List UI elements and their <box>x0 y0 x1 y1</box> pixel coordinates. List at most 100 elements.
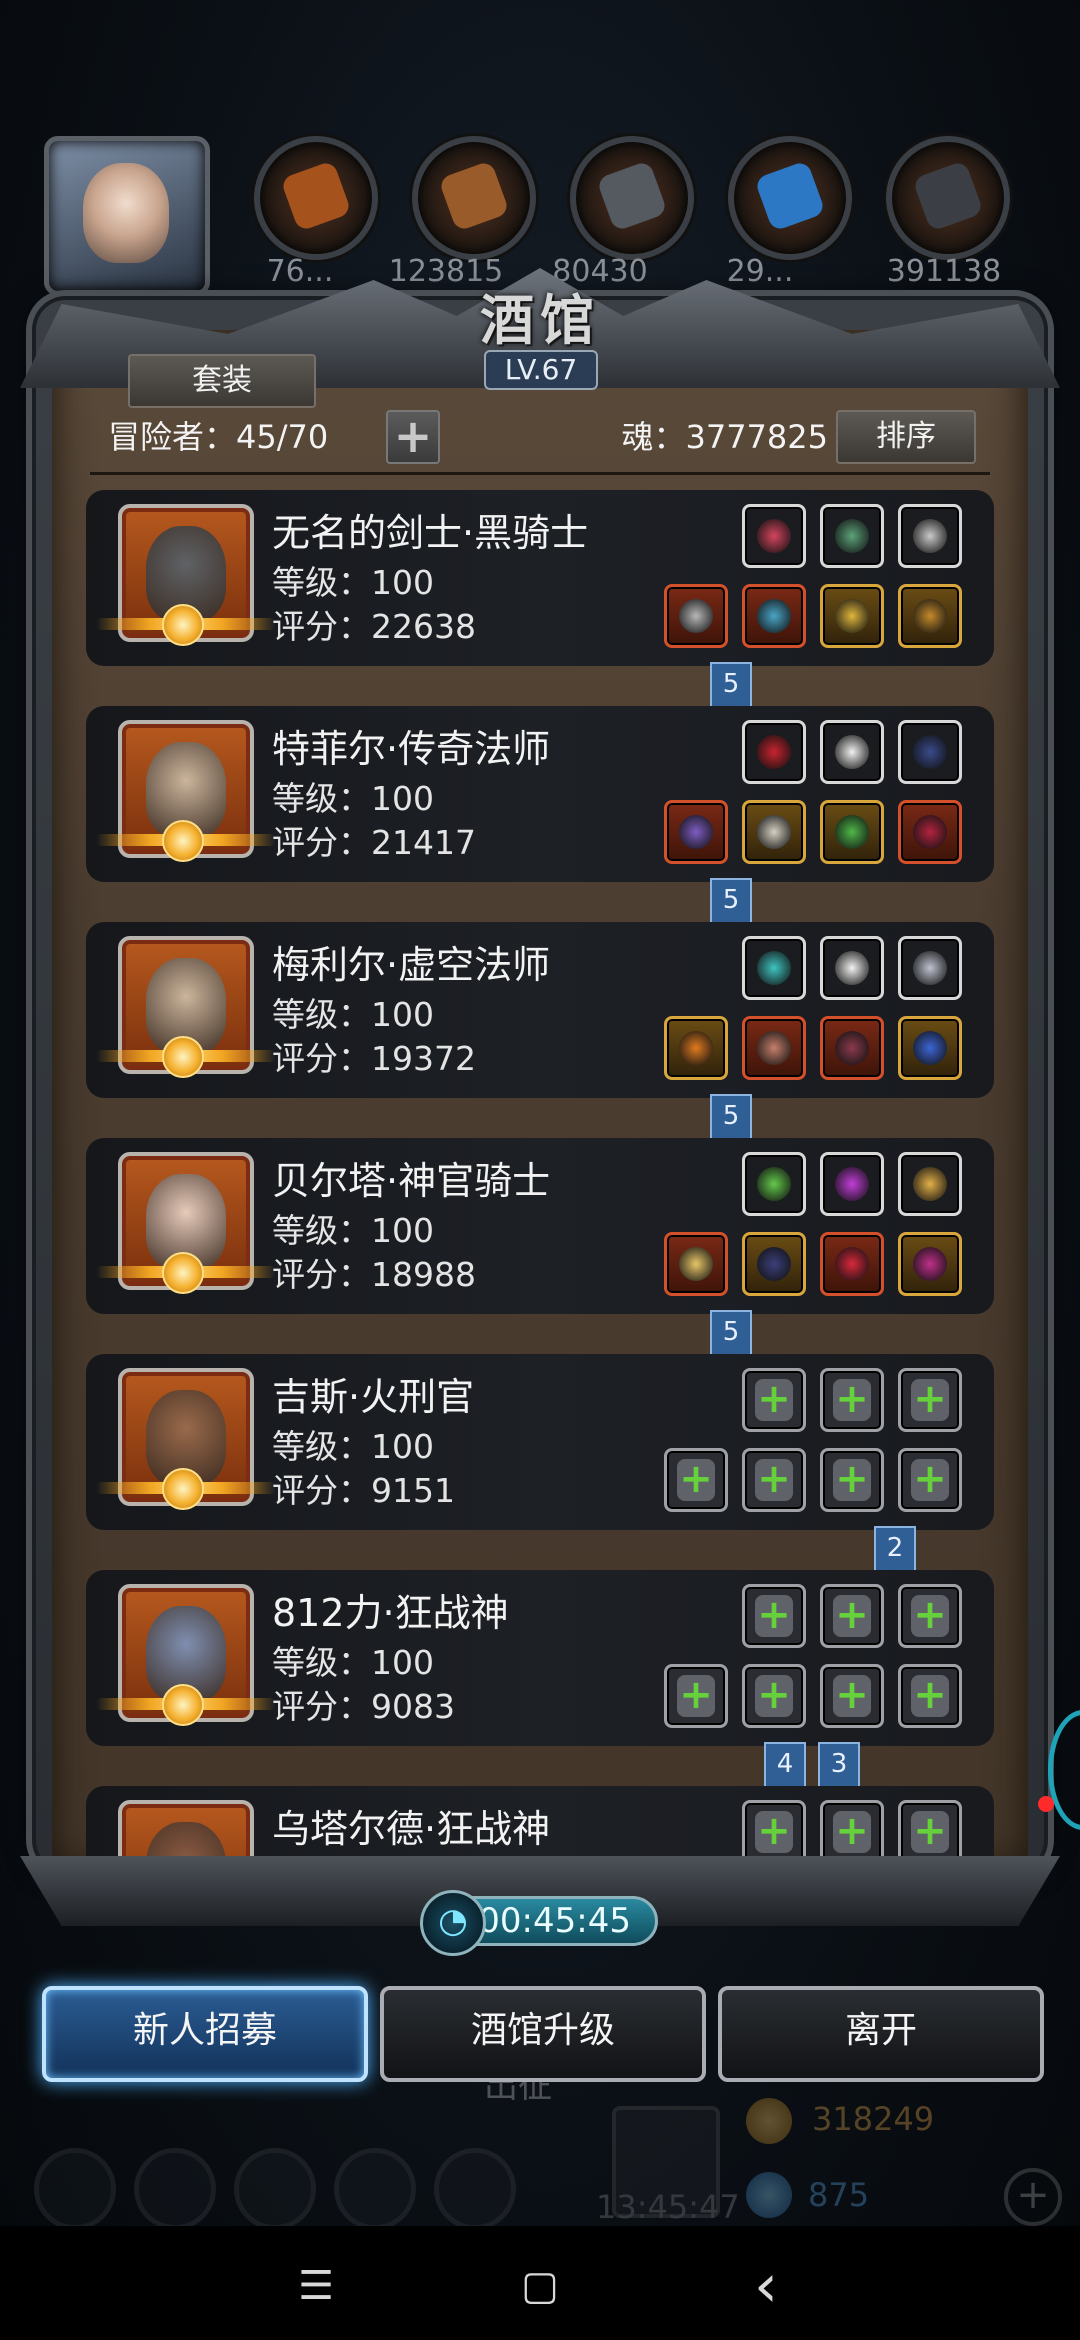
equipment-slot[interactable] <box>664 1016 728 1080</box>
equipment-slot[interactable] <box>742 1016 806 1080</box>
mail-icon[interactable] <box>334 2148 416 2230</box>
equipment-slot[interactable] <box>820 1152 884 1216</box>
hero-score: 评分：21417 <box>272 823 476 862</box>
plate-armor-icon <box>757 599 791 633</box>
equipment-slot[interactable]: + <box>664 1448 728 1512</box>
equipment-slot[interactable] <box>820 936 884 1000</box>
set-button[interactable]: 套装 <box>128 354 316 408</box>
lantern-icon <box>913 1167 947 1201</box>
sort-button[interactable]: 排序 <box>836 410 976 464</box>
sapphire-necklace-icon <box>913 1031 947 1065</box>
equipment-slot[interactable] <box>664 584 728 648</box>
crystal-icon <box>754 160 826 232</box>
equipment-slot[interactable]: + <box>898 1448 962 1512</box>
crystal-resource-orb[interactable] <box>728 136 852 260</box>
iron-resource-orb[interactable] <box>886 136 1010 260</box>
equipment-slot[interactable]: + <box>742 1800 806 1864</box>
equipment-slot[interactable] <box>820 504 884 568</box>
iron-icon <box>912 160 984 232</box>
equipment-slot[interactable]: + <box>742 1368 806 1432</box>
spear-icon <box>679 815 713 849</box>
equipment-slot[interactable] <box>898 1232 962 1296</box>
equipment-slot[interactable]: + <box>898 1664 962 1728</box>
equipment-slot[interactable] <box>898 800 962 864</box>
equipment-slot[interactable] <box>664 800 728 864</box>
equipment-slot[interactable] <box>742 1152 806 1216</box>
equipment-slot[interactable]: + <box>742 1664 806 1728</box>
hero-score: 评分：18988 <box>272 1255 476 1294</box>
equipment-slot[interactable] <box>820 1016 884 1080</box>
leave-button[interactable]: 离开 <box>718 1986 1044 2082</box>
player-avatar[interactable] <box>44 136 210 296</box>
green-amulet-icon <box>835 815 869 849</box>
equipment-slot[interactable]: + <box>898 1584 962 1648</box>
equipment-slot[interactable] <box>820 800 884 864</box>
back-icon[interactable]: ‹ <box>736 2256 796 2316</box>
ranking-icon[interactable] <box>234 2148 316 2230</box>
equipment-slot[interactable] <box>742 584 806 648</box>
equipment-slot[interactable]: + <box>820 1664 884 1728</box>
hero-card[interactable]: 贝尔塔·神官骑士 等级：100 评分：18988 <box>86 1138 994 1314</box>
hero-card[interactable]: 梅利尔·虚空法师 等级：100 评分：19372 <box>86 922 994 1098</box>
equipment-slot[interactable]: + <box>898 1368 962 1432</box>
fire-staff-icon <box>679 1031 713 1065</box>
meat-resource-orb[interactable] <box>254 136 378 260</box>
recruit-button[interactable]: 新人招募 <box>42 1986 368 2082</box>
equipment-slot[interactable]: + <box>898 1800 962 1864</box>
hero-list[interactable]: 无名的剑士·黑骑士 等级：100 评分：22638 5 特菲尔·传奇法师 等级：100 评分… <box>86 490 1006 1870</box>
hero-level: 等级：100 <box>272 779 434 818</box>
teal-rune-icon <box>757 951 791 985</box>
equipment-slot[interactable] <box>742 800 806 864</box>
hero-card[interactable]: 吉斯·火刑官 等级：100 评分：9151 + + + + + + + <box>86 1354 994 1530</box>
robe-icon <box>757 815 791 849</box>
add-currency-icon[interactable]: + <box>1004 2168 1062 2226</box>
equipment-slot[interactable] <box>898 720 962 784</box>
equipment-slot[interactable] <box>742 1232 806 1296</box>
equipment-slot[interactable]: + <box>742 1584 806 1648</box>
stone-resource-orb[interactable] <box>570 136 694 260</box>
equipment-slot[interactable]: + <box>820 1584 884 1648</box>
wood-resource-orb[interactable] <box>412 136 536 260</box>
settings-icon[interactable] <box>34 2148 116 2230</box>
hero-icon[interactable] <box>134 2148 216 2230</box>
silver-star-icon <box>913 951 947 985</box>
hero-level: 等级：100 <box>272 995 434 1034</box>
hero-card[interactable]: 无名的剑士·黑骑士 等级：100 评分：22638 <box>86 490 994 666</box>
scale-armor-icon <box>913 519 947 553</box>
star-rank-icon <box>162 604 204 646</box>
equipment-slot[interactable]: + <box>742 1448 806 1512</box>
equipment-slot[interactable] <box>742 720 806 784</box>
white-feather-icon <box>835 951 869 985</box>
robe-armor-icon <box>757 1031 791 1065</box>
side-ring-icon[interactable] <box>1048 1710 1080 1830</box>
menu-icon[interactable]: ☰ <box>286 2256 346 2316</box>
equipment-slot[interactable] <box>898 1016 962 1080</box>
equipment-slot[interactable] <box>898 1152 962 1216</box>
equipment-slot[interactable] <box>898 504 962 568</box>
equipment-slot[interactable] <box>820 720 884 784</box>
equipment-slot[interactable] <box>898 936 962 1000</box>
tavern-level-badge: LV.67 <box>484 350 598 390</box>
equipment-slot[interactable] <box>898 584 962 648</box>
equipment-slot[interactable] <box>742 504 806 568</box>
hero-card[interactable]: 特菲尔·传奇法师 等级：100 评分：21417 <box>86 706 994 882</box>
dark-cloak-icon <box>757 1247 791 1281</box>
equipment-slot[interactable] <box>664 1232 728 1296</box>
equipment-slot[interactable]: + <box>664 1664 728 1728</box>
equipment-slot[interactable]: + <box>820 1800 884 1864</box>
gem-amount: 875 <box>808 2176 870 2214</box>
hero-card[interactable]: 812力·狂战神 等级：100 评分：9083 + + + + + + + <box>86 1570 994 1746</box>
hero-name: 乌塔尔德·狂战神 <box>272 1807 551 1851</box>
guild-icon[interactable] <box>434 2148 516 2230</box>
upgrade-tavern-button[interactable]: 酒馆升级 <box>380 1986 706 2082</box>
equipment-slot[interactable] <box>742 936 806 1000</box>
empty-slot-plus-icon: + <box>835 1376 869 1422</box>
equipment-slot[interactable] <box>820 1232 884 1296</box>
equipment-slot[interactable] <box>820 584 884 648</box>
equipment-slot[interactable]: + <box>820 1448 884 1512</box>
add-slot-button[interactable]: + <box>386 410 440 464</box>
resource-bar: 76... 123815 80430 29... 391138 <box>0 130 1080 296</box>
dark-staff-icon <box>913 735 947 769</box>
home-icon[interactable]: ▢ <box>510 2256 570 2316</box>
equipment-slot[interactable]: + <box>820 1368 884 1432</box>
